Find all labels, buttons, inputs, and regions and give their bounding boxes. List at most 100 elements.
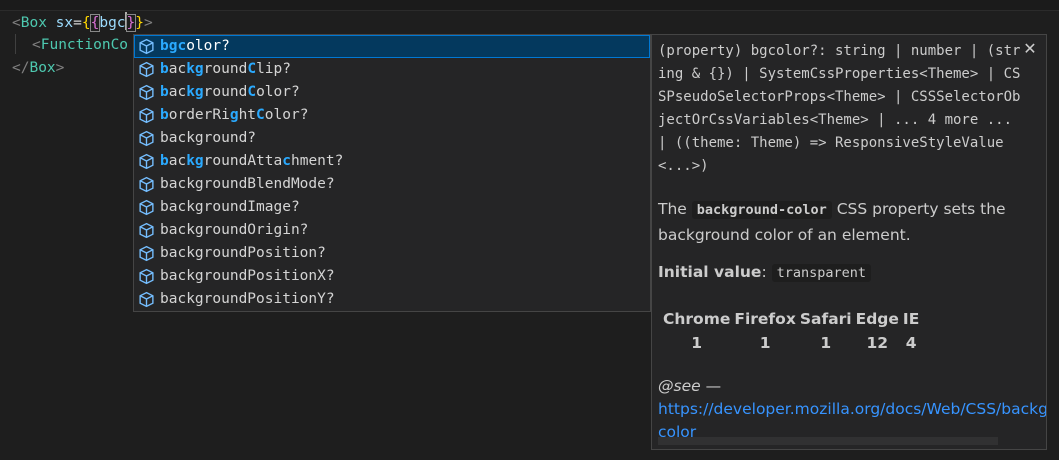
suggestion-details-panel: (property) bgcolor?: string | number | (… xyxy=(651,34,1047,450)
suggestion-item[interactable]: bgcolor? xyxy=(134,35,650,58)
close-icon[interactable]: ✕ xyxy=(1022,41,1038,57)
compat-browser-name: Firefox xyxy=(734,310,796,328)
initial-value-line: Initial value: transparent xyxy=(658,260,1038,286)
see-link[interactable]: https://developer.mozilla.org/docs/Web/C… xyxy=(658,398,1046,421)
suggestion-text: lip? xyxy=(256,61,291,77)
suggestion-match-text: b xyxy=(160,61,169,77)
cube-icon xyxy=(138,84,155,101)
compat-version: 4 xyxy=(905,334,917,352)
cube-icon xyxy=(138,291,155,308)
typed-text: bgc xyxy=(99,15,126,31)
description-prefix: The xyxy=(658,200,692,218)
compat-browser-name: Safari xyxy=(799,310,852,328)
tag-open-bracket: < xyxy=(12,15,21,31)
suggestion-item[interactable]: backgroundImage? xyxy=(134,196,650,219)
suggestion-item[interactable]: backgroundBlendMode? xyxy=(134,173,650,196)
description-code: background-color xyxy=(691,201,832,219)
suggestion-text: ac xyxy=(168,153,187,169)
compat-version: 1 xyxy=(759,334,771,352)
suggestion-match-text: kg xyxy=(186,84,204,100)
brace-close-inner: } xyxy=(125,14,137,32)
attr-name-sx: sx xyxy=(55,15,74,31)
suggestion-match-text: b xyxy=(160,84,169,100)
cube-icon xyxy=(138,199,155,216)
suggestion-match-text: C xyxy=(256,107,265,123)
suggestion-text: olor? xyxy=(264,107,309,123)
code-line-3[interactable]: </Box> xyxy=(12,57,64,79)
see-label: @see xyxy=(658,377,701,395)
cube-icon xyxy=(138,268,155,285)
tag-open-bracket-2: < xyxy=(32,37,41,53)
horizontal-scrollbar[interactable] xyxy=(658,437,998,445)
suggestion-item[interactable]: backgroundColor? xyxy=(134,81,650,104)
cube-icon xyxy=(138,107,155,124)
cube-icon xyxy=(138,176,155,193)
suggestion-match-text: b xyxy=(160,107,169,123)
suggestion-text: ht xyxy=(238,107,257,123)
suggestion-text: round xyxy=(203,84,248,100)
indent-guide xyxy=(15,34,16,54)
tag-close-bracket: > xyxy=(144,15,153,31)
suggestion-match-text: g xyxy=(229,107,239,123)
tag-close-close-bracket: > xyxy=(55,60,65,76)
suggestion-text: olor? xyxy=(186,38,230,54)
type-signature: (property) bgcolor?: string | number | (… xyxy=(658,43,1021,174)
suggestion-match-text: b xyxy=(160,153,169,169)
suggestion-text: olor? xyxy=(256,84,300,100)
initial-value-code: transparent xyxy=(771,264,871,282)
suggestion-match-text: c xyxy=(282,153,291,169)
suggestion-item[interactable]: backgroundAttachment? xyxy=(134,150,650,173)
suggestion-item[interactable]: backgroundPosition? xyxy=(134,242,650,265)
compat-browser-name: Edge xyxy=(855,310,899,328)
code-line-1[interactable]: <Box sx={{bgc}}> xyxy=(12,12,153,34)
suggestion-text: backgroundImage? xyxy=(160,199,300,215)
suggestion-text: round xyxy=(203,61,248,77)
see-dash: — xyxy=(700,377,722,395)
suggestion-text: ac xyxy=(168,84,187,100)
compat-browser-name: Chrome xyxy=(663,310,731,328)
editor-tab-strip xyxy=(0,0,1059,11)
cube-icon xyxy=(138,222,155,239)
suggestion-text: background? xyxy=(160,130,257,146)
browser-compat-table: Chrome Firefox Safari Edge IE 1 1 1 12 4 xyxy=(661,307,921,355)
brace-open: { xyxy=(81,15,91,31)
compat-value-row: 1 1 1 12 4 xyxy=(661,331,921,355)
equals-sign: = xyxy=(73,15,82,31)
suggestion-text: backgroundPositionX? xyxy=(160,268,335,284)
code-line-2[interactable]: <FunctionCo xyxy=(32,34,128,56)
suggestion-item[interactable]: backgroundPositionY? xyxy=(134,288,650,311)
suggestion-list[interactable]: bgcolor? backgroundClip? backgroundColor? b… xyxy=(133,34,651,312)
suggestion-item[interactable]: background? xyxy=(134,127,650,150)
suggestion-match-text: C xyxy=(247,84,257,100)
suggestion-text: hment? xyxy=(290,153,344,169)
suggestion-text: backgroundPositionY? xyxy=(160,291,335,307)
suggestion-item[interactable]: backgroundPositionX? xyxy=(134,265,650,288)
suggestion-text: orderRi xyxy=(168,107,230,123)
suggestion-item[interactable]: backgroundClip? xyxy=(134,58,650,81)
description: The background-color CSS property sets t… xyxy=(658,197,1038,248)
compat-header-row: Chrome Firefox Safari Edge IE xyxy=(661,307,921,331)
suggestion-text: backgroundBlendMode? xyxy=(160,176,335,192)
initial-value-label: Initial value xyxy=(658,263,762,281)
tag-name-functionco: FunctionCo xyxy=(40,37,129,53)
cube-icon xyxy=(138,153,155,170)
tag-name-box: Box xyxy=(20,15,47,31)
compat-browser-name: IE xyxy=(902,310,920,328)
cube-icon xyxy=(138,61,155,78)
tag-close-open-bracket: </ xyxy=(12,60,30,76)
cube-icon xyxy=(138,38,155,55)
suggestion-match-text: kg xyxy=(186,153,204,169)
suggestion-item[interactable]: backgroundOrigin? xyxy=(134,219,650,242)
initial-value-colon: : xyxy=(761,263,772,281)
cube-icon xyxy=(138,130,155,147)
brace-close: } xyxy=(135,15,145,31)
suggestion-match-text: C xyxy=(247,61,257,77)
cube-icon xyxy=(138,245,155,262)
compat-version: 12 xyxy=(866,334,889,352)
suggestion-text: roundAtta xyxy=(203,153,283,169)
suggestion-match-text: kg xyxy=(186,61,204,77)
tag-name-box-close: Box xyxy=(29,60,56,76)
suggestion-text: ac xyxy=(168,61,187,77)
suggestion-text: backgroundPosition? xyxy=(160,245,326,261)
suggestion-item[interactable]: borderRightColor? xyxy=(134,104,650,127)
